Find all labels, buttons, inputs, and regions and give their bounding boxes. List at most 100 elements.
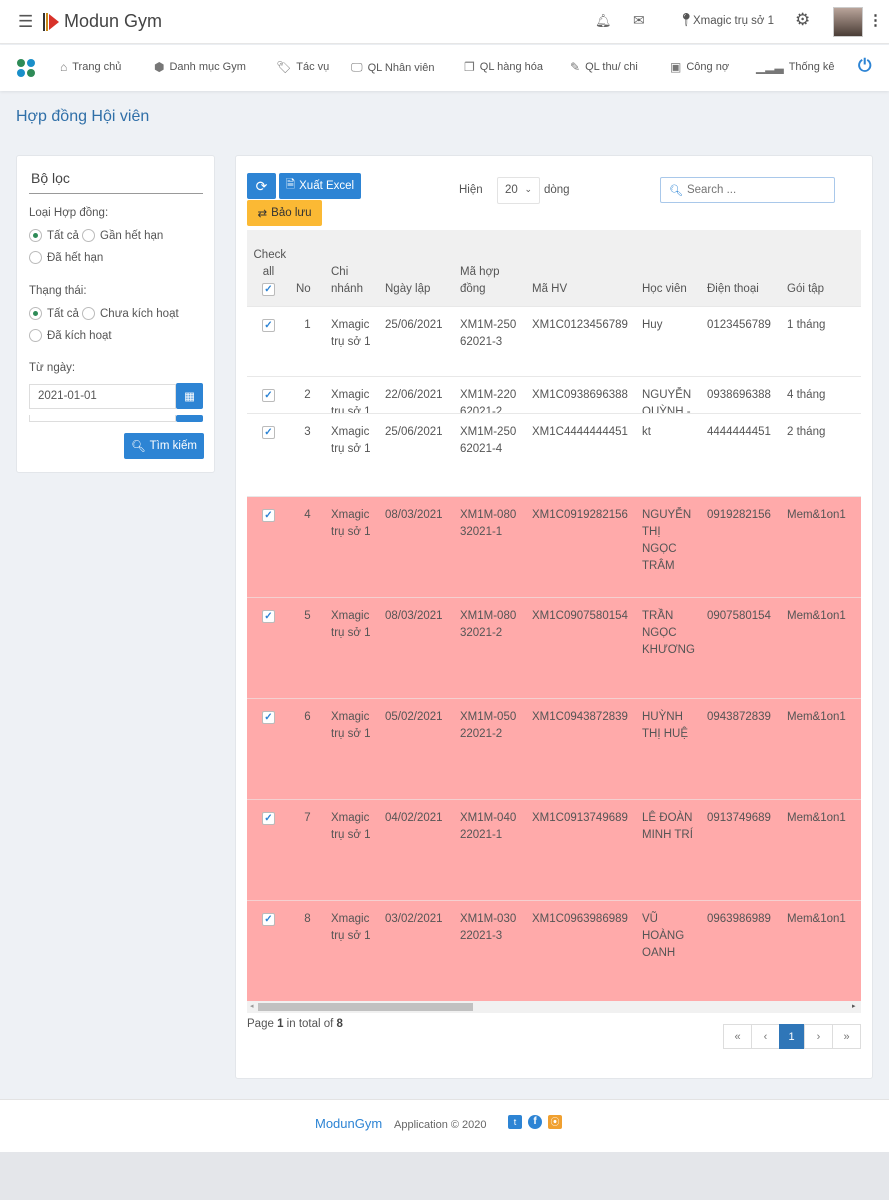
cell-text: XM1C0907580154 xyxy=(532,610,628,622)
refresh-button[interactable]: ⟳ xyxy=(247,173,276,199)
table-row[interactable]: ✓ 5 Xmagic trụ sở 1 08/03/2021 XM1M-08032021… xyxy=(247,598,861,699)
radio-contract-all[interactable]: Tất cả xyxy=(29,229,79,242)
first-page-button[interactable]: « xyxy=(723,1024,752,1049)
row-checkbox[interactable]: ✓ xyxy=(262,319,275,332)
cell-text: 0123456789 xyxy=(707,319,771,331)
nav-item-2[interactable]: 🏷 Tác vụ xyxy=(276,60,329,74)
cell-no: 6 xyxy=(290,699,325,799)
nav-item-label: QL Nhân viên xyxy=(367,61,435,74)
nav-item-4[interactable]: ❐ QL hàng hóa xyxy=(464,60,543,74)
nav-item-6[interactable]: ▣ Công nợ xyxy=(670,60,729,74)
row-select-cell: ✓ xyxy=(247,414,290,496)
cell-text: LÊ ĐOÀN MINH TRÍ xyxy=(642,812,693,841)
top-bar: ☰ Modun Gym 🔔︎ ✉ 📍︎ Xmagic trụ sở 1 ⚙ ⋮ xyxy=(0,0,889,44)
calendar-button-2[interactable] xyxy=(176,415,203,422)
table-row[interactable]: ✓ 7 Xmagic trụ sở 1 04/02/2021 XM1M-04022021… xyxy=(247,800,861,901)
row-checkbox[interactable]: ✓ xyxy=(262,426,275,439)
radio-status-all[interactable]: Tất cả xyxy=(29,307,79,320)
cell-phone: 0919282156 xyxy=(701,497,781,597)
cell-text: 08/03/2021 xyxy=(385,610,443,622)
cell-member-id: XM1C0938696388 xyxy=(526,377,636,413)
facebook-icon[interactable]: f xyxy=(528,1115,542,1129)
next-page-button[interactable]: › xyxy=(804,1024,833,1049)
table-row[interactable]: ✓ 6 Xmagic trụ sở 1 05/02/2021 XM1M-05022021… xyxy=(247,699,861,800)
cell-contract: XM1M-05022021-2 xyxy=(454,699,526,799)
search-button[interactable]: 🔍︎ Tìm kiếm xyxy=(124,433,204,459)
cell-date: 08/03/2021 xyxy=(379,497,454,597)
radio-label: Gần hết hạn xyxy=(100,229,164,242)
nav-item-1[interactable]: ⬢ Danh mục Gym xyxy=(154,60,246,74)
monitor-icon: 🖵 xyxy=(351,60,363,74)
export-excel-button[interactable]: 🗎 Xuất Excel xyxy=(279,173,361,199)
nav-item-0[interactable]: ⌂ Trang chủ xyxy=(60,60,121,74)
twitter-icon[interactable]: t xyxy=(508,1115,522,1129)
prev-page-button[interactable]: ‹ xyxy=(751,1024,780,1049)
power-icon[interactable]: ⏻ xyxy=(858,56,871,76)
gear-icon[interactable]: ⚙ xyxy=(795,10,810,30)
row-checkbox[interactable]: ✓ xyxy=(262,711,275,724)
search-button-label: Tìm kiếm xyxy=(149,440,197,452)
row-checkbox[interactable]: ✓ xyxy=(262,812,275,825)
home-icon: ⌂ xyxy=(60,60,68,74)
to-date-input[interactable] xyxy=(29,415,176,422)
nav-item-3[interactable]: 🖵 QL Nhân viên xyxy=(351,60,434,75)
row-checkbox[interactable]: ✓ xyxy=(262,509,275,522)
hamburger-menu-icon[interactable]: ☰ xyxy=(18,12,33,32)
footer-brand[interactable]: ModunGym xyxy=(315,1116,382,1131)
table-row[interactable]: ✓ 4 Xmagic trụ sở 1 08/03/2021 XM1M-08032021… xyxy=(247,497,861,598)
horizontal-scrollbar[interactable]: ◂ ▸ xyxy=(247,1001,861,1013)
search-icon: 🔍︎ xyxy=(131,441,146,453)
cell-name: VŨ HOÀNG OANH xyxy=(636,901,701,1001)
cell-text: VŨ HOÀNG OANH xyxy=(642,913,685,959)
column-header-label: Ngày lập xyxy=(385,283,431,295)
cell-text: 0963986989 xyxy=(707,913,771,925)
cell-text: 4 tháng xyxy=(787,389,826,401)
search-field[interactable]: 🔍︎ xyxy=(660,177,835,203)
table-row[interactable]: ✓ 1 Xmagic trụ sở 1 25/06/2021 XM1M-25062021… xyxy=(247,307,861,377)
column-header-label: No xyxy=(296,283,311,295)
cell-name: NGUYỄN THỊ NGỌC TRÂM xyxy=(636,497,701,597)
scroll-right-arrow[interactable]: ▸ xyxy=(852,1002,856,1010)
reserve-button[interactable]: ⇄ Bảo lưu xyxy=(247,200,322,226)
branch-selector[interactable]: Xmagic trụ sở 1 xyxy=(693,15,774,27)
table-row[interactable]: ✓ 2 Xmagic trụ sở 1 22/06/2021 XM1M-22062021… xyxy=(247,377,861,414)
cell-member-id: XM1C0907580154 xyxy=(526,598,636,698)
nav-item-5[interactable]: ✎ QL thu/ chi xyxy=(570,60,638,74)
rss-icon[interactable]: ⦿ xyxy=(548,1115,562,1129)
brand-name[interactable]: Modun Gym xyxy=(64,11,162,32)
cell-text: NGUYỄN QUỲNH - kt xyxy=(642,389,692,413)
cell-no: 5 xyxy=(290,598,325,698)
scroll-left-arrow[interactable]: ◂ xyxy=(250,1002,254,1010)
bell-icon[interactable]: 🔔︎ xyxy=(595,13,612,29)
more-vertical-icon[interactable]: ⋮ xyxy=(868,11,883,29)
table-row[interactable]: ✓ 3 Xmagic trụ sở 1 25/06/2021 XM1M-25062021… xyxy=(247,414,861,497)
cell-member-id: XM1C0123456789 xyxy=(526,307,636,376)
from-date-input[interactable]: 2021-01-01 xyxy=(29,384,176,409)
nav-item-7[interactable]: ▁▂▃ Thống kê xyxy=(756,60,835,74)
row-checkbox[interactable]: ✓ xyxy=(262,389,275,402)
apps-icon[interactable] xyxy=(16,58,36,78)
last-page-button[interactable]: » xyxy=(832,1024,861,1049)
envelope-icon[interactable]: ✉ xyxy=(633,12,645,29)
scrollbar-thumb[interactable] xyxy=(258,1003,473,1011)
avatar[interactable] xyxy=(833,7,863,37)
footer-text: Application © 2020 xyxy=(394,1119,487,1131)
page-size-select[interactable]: 20 ⌄ xyxy=(497,177,540,204)
radio-contract-expiring[interactable]: Gần hết hạn xyxy=(82,229,163,242)
cell-text: XM1M-05022021-2 xyxy=(460,711,517,740)
calendar-button[interactable]: ▦ xyxy=(176,383,203,409)
radio-status-inactive[interactable]: Chưa kích hoạt xyxy=(82,307,179,320)
radio-status-active[interactable]: Đã kích hoạt xyxy=(29,329,112,342)
table-row[interactable]: ✓ 8 Xmagic trụ sở 1 03/02/2021 XM1M-03022021… xyxy=(247,901,861,1002)
check-all-checkbox[interactable]: ✓ xyxy=(262,283,275,296)
column-header[interactable]: Check all ✓ xyxy=(247,247,290,306)
row-checkbox[interactable]: ✓ xyxy=(262,610,275,623)
row-checkbox[interactable]: ✓ xyxy=(262,913,275,926)
search-input[interactable] xyxy=(686,184,827,196)
cell-contract: XM1M-08032021-1 xyxy=(454,497,526,597)
radio-contract-expired[interactable]: Đã hết hạn xyxy=(29,251,103,264)
page-1-button[interactable]: 1 xyxy=(779,1024,804,1049)
cell-branch: Xmagic trụ sở 1 xyxy=(325,307,379,376)
cell-phone: 0913749689 xyxy=(701,800,781,900)
cell-branch: Xmagic trụ sở 1 xyxy=(325,414,379,496)
